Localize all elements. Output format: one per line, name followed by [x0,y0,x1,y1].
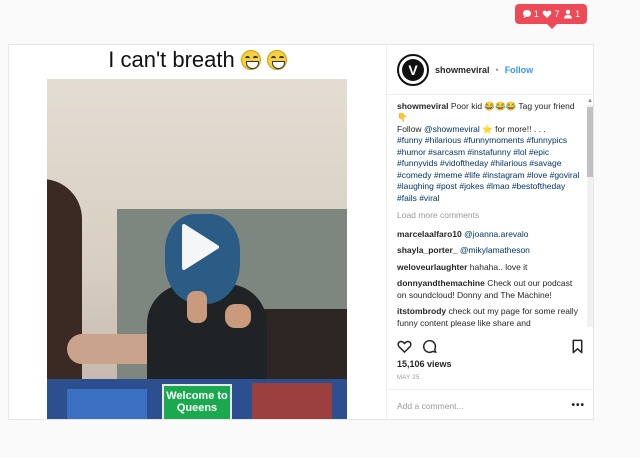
more-options-button[interactable]: ••• [571,400,585,411]
comment-username[interactable]: weloveurlaughter [397,262,467,272]
comment-text[interactable]: @joanna.arevalo [464,229,528,239]
avatar[interactable]: V [397,53,429,86]
list-item: weloveurlaughter hahaha.. love it [397,262,581,273]
list-item: shayla_porter_ @mikylamatheson [397,245,581,256]
comment-username[interactable]: donnyandthemachine [397,278,485,288]
caption-mention[interactable]: @showmeviral [424,124,480,134]
comments-list[interactable]: showmeviral Poor kid 😂😂😂 Tag your friend… [397,101,581,333]
scrollbar-thumb[interactable] [587,107,593,177]
comment-username[interactable]: itstombrody [397,306,446,316]
play-icon [182,224,219,270]
comments-scrollbar[interactable]: ▲ [586,97,593,335]
video-player[interactable]: Welcome to Queens [47,79,347,419]
post-sidebar: V showmeviral • Follow showmeviral Poor … [386,45,593,419]
caption-follow-suffix: ⭐ for more!! . . . [482,123,546,134]
heart-icon [543,10,552,18]
activity-notification-badge[interactable]: 1 7 1 [515,4,587,29]
comment-bubble-icon [522,10,531,18]
laughing-emoji-icon [240,50,261,70]
follow-button[interactable]: Follow [505,65,534,75]
toy-box-label: Welcome to Queens [162,384,232,419]
post-card: I can't breath Welcome to Queens V showm… [8,44,594,420]
view-count[interactable]: 15,106 views [397,359,452,369]
list-item: itstombrody check out my page for some r… [397,306,581,329]
post-actions [397,335,585,357]
add-comment-input[interactable]: Add a comment... [397,401,464,411]
bookmark-icon[interactable] [570,339,585,354]
play-button[interactable] [180,223,220,271]
comment-count: 1 [522,9,539,19]
laughing-emoji-icon [266,50,287,70]
caption: showmeviral Poor kid 😂😂😂 Tag your friend… [397,101,581,204]
scroll-up-arrow-icon[interactable]: ▲ [586,97,593,105]
caption-username[interactable]: showmeviral [397,101,449,111]
add-comment-bar: Add a comment... ••• [387,389,593,419]
like-count: 7 [542,9,559,19]
post-date[interactable]: MAY 25 [397,375,420,381]
list-item: marcelaalfaro10 @joanna.arevalo [397,229,581,240]
list-item: donnyandthemachine Check out our podcast… [397,278,581,301]
caption-hashtags[interactable]: #funny #hilarious #funnymoments #funnypi… [397,135,579,202]
post-media[interactable]: I can't breath Welcome to Queens [9,45,386,419]
load-more-comments-button[interactable]: Load more comments [397,210,581,221]
header-separator: • [495,64,499,75]
follow-count-text: 1 [575,9,581,19]
comment-icon[interactable] [422,339,437,354]
person-icon [564,9,573,19]
follow-count: 1 [563,9,580,19]
comment-username[interactable]: marcelaalfaro10 [397,229,462,239]
video-title-overlay: I can't breath [9,47,386,73]
comment-count-text: 1 [533,9,539,19]
header-username[interactable]: showmeviral [435,65,490,75]
caption-follow-prefix: Follow [397,123,422,134]
post-header: V showmeviral • Follow [387,45,593,95]
comment-text[interactable]: @mikylamatheson [460,245,530,255]
like-count-text: 7 [554,9,560,19]
comment-username[interactable]: shayla_porter_ [397,245,457,255]
heart-outline-icon[interactable] [397,339,412,354]
comment-text: hahaha.. love it [469,261,528,272]
video-title-text: I can't breath [108,47,235,72]
